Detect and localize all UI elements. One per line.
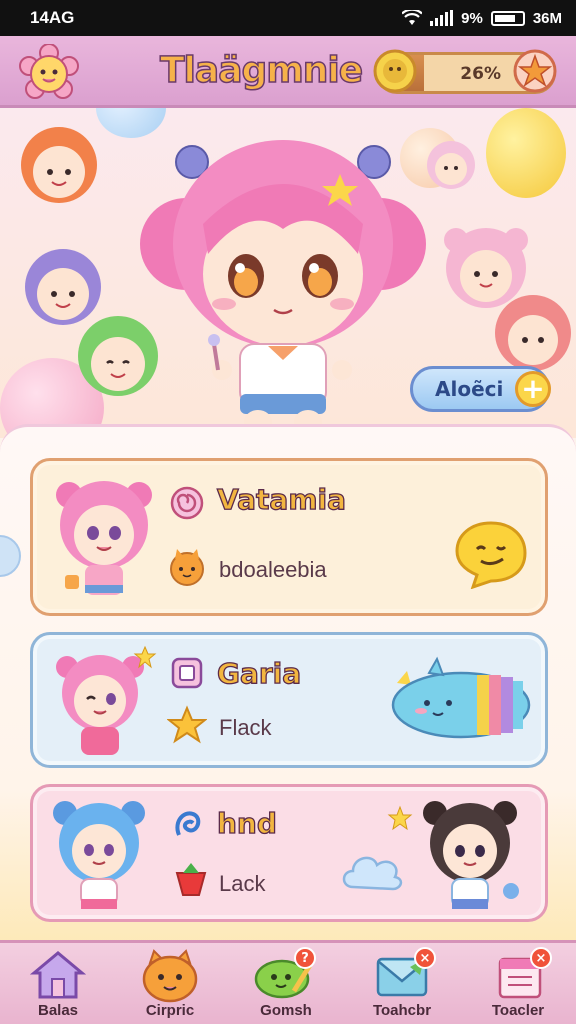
nav-label: Cirpric (145, 1002, 195, 1019)
nav-item-cirpric[interactable]: Cirpric (120, 947, 220, 1024)
lollipop-icon (170, 486, 204, 520)
item-title: hnd (216, 806, 277, 840)
flower-face-icon (19, 44, 79, 99)
nav-item-gomsh[interactable]: ? Gomsh (236, 947, 336, 1024)
smiley-speech-bubble-icon[interactable] (453, 519, 529, 589)
status-icons: 9% 36M (402, 10, 562, 27)
item-subtitle: bdoaleebia (219, 557, 327, 582)
notification-badge: × (414, 947, 436, 969)
list-item[interactable]: Vatamia bdoaleebia (30, 458, 548, 616)
star-icon (167, 705, 207, 744)
nav-label: Toahcbr (372, 1002, 432, 1019)
notification-badge: × (530, 947, 552, 969)
app-header: Tlaägmnie 26% (0, 36, 576, 108)
pink-twintail-character (56, 481, 152, 595)
network-text: 36M (532, 9, 562, 27)
cat-face-icon (142, 949, 198, 1003)
battery-icon (490, 10, 525, 26)
sparkle-star-icon (387, 805, 413, 831)
cloud-icon (342, 856, 403, 891)
coin-icon (373, 49, 417, 93)
about-label: Aloẽci (435, 377, 504, 401)
tablet-icon (171, 657, 203, 689)
nav-label: Gomsh (260, 1002, 312, 1019)
item-subtitle: Lack (219, 871, 266, 896)
item-subtitle: Flack (219, 715, 272, 740)
signal-icon (430, 10, 454, 26)
nav-item-home[interactable]: Balas (8, 947, 108, 1024)
nav-item-toahcbr[interactable]: × Toahcbr (352, 947, 452, 1024)
blue-hair-character (53, 801, 145, 909)
about-button[interactable]: Aloẽci + (410, 366, 551, 412)
progress-text: 26% (460, 64, 501, 84)
status-bar: 14AG 9% 36M (0, 0, 576, 36)
item-title: Vatamia (216, 482, 346, 516)
battery-percent: 9% (461, 9, 483, 27)
flower-face-logo-button[interactable] (18, 44, 80, 102)
sparkle-star-icon (133, 645, 157, 669)
bottom-nav: Balas Cirpric ? Gomsh × Toahcbr × Toacle… (0, 940, 576, 1024)
nav-label: Toacler (491, 1002, 545, 1019)
home-icon (30, 951, 86, 999)
main-character-avatar[interactable] (128, 134, 438, 434)
item-title: Garia (216, 656, 302, 690)
app-title: Tlaägmnie (159, 49, 364, 92)
notification-badge: ? (294, 947, 316, 969)
nav-item-toacler[interactable]: × Toacler (468, 947, 568, 1024)
swirl-icon (175, 811, 201, 836)
status-time: 14AG (30, 8, 75, 27)
dark-hair-character (423, 801, 519, 909)
balloon-yellow (486, 108, 566, 198)
rainbow-cat-plush-icon[interactable] (377, 653, 537, 753)
orange-cat-icon (170, 549, 204, 586)
orange-hair-character (21, 127, 97, 203)
wifi-icon (402, 10, 423, 25)
star-badge-icon[interactable] (512, 48, 558, 94)
nav-label: Balas (37, 1002, 79, 1019)
list-item[interactable]: hnd Lack (30, 784, 548, 922)
bubble-decoration (0, 535, 21, 577)
character-scene: Aloẽci + (0, 108, 576, 438)
strawberry-icon (175, 863, 207, 896)
list-item[interactable]: Garia Flack (30, 632, 548, 768)
plus-icon: + (515, 371, 551, 407)
